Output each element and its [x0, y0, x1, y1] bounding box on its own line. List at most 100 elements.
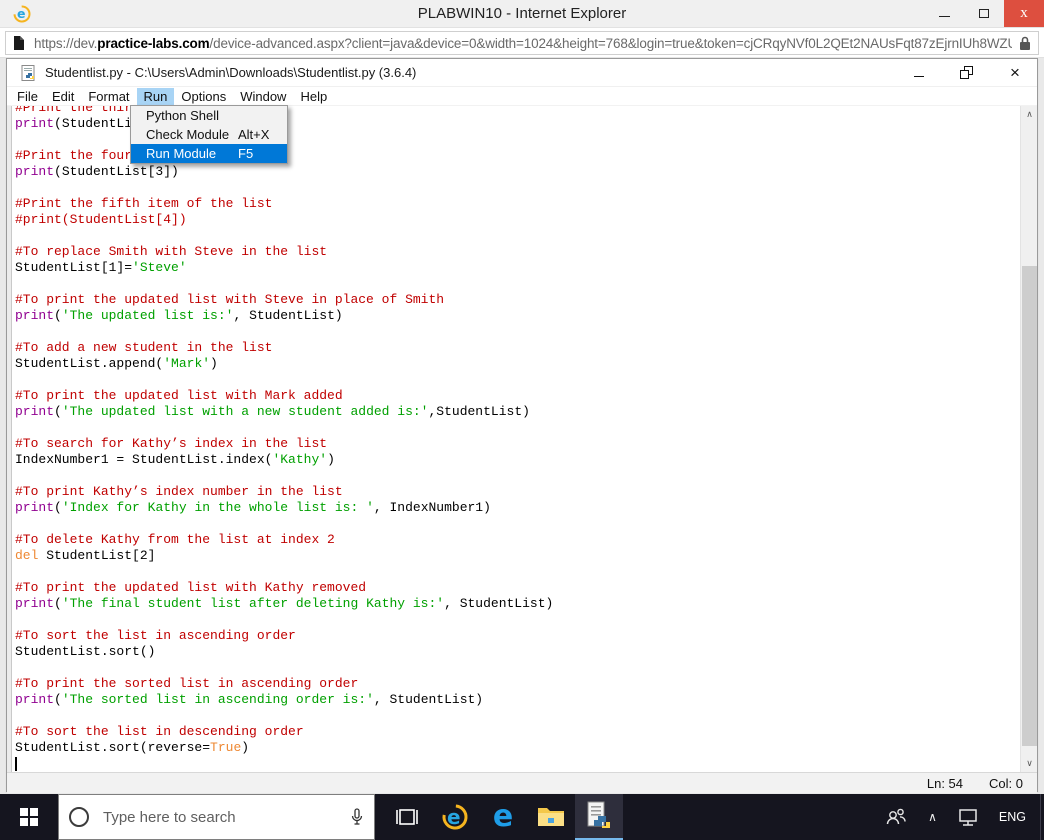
menu-item-run[interactable]: Run — [136, 87, 175, 105]
windows-logo-icon — [20, 808, 38, 826]
code-line: #To print the updated list with Kathy re… — [15, 580, 367, 595]
run-menu-item-check-module[interactable]: Check Module Alt+X — [131, 125, 287, 144]
menu-item-options[interactable]: Options — [174, 88, 233, 105]
scroll-down-arrow-icon[interactable]: ∨ — [1021, 755, 1037, 772]
menu-item-format[interactable]: Format — [81, 88, 136, 105]
run-menu-item-run-module[interactable]: Run Module F5 — [131, 144, 287, 163]
taskbar-file-explorer[interactable] — [527, 794, 575, 840]
file-explorer-icon — [538, 808, 564, 826]
svg-text:e: e — [447, 805, 461, 829]
code-line: #To sort the list in descending order — [15, 724, 304, 739]
task-view-button[interactable] — [383, 794, 431, 840]
idle-menubar: File Edit Format Run Options Window Help — [7, 87, 1037, 106]
internet-explorer-icon: e — [442, 804, 468, 830]
taskbar-internet-explorer[interactable]: e — [431, 794, 479, 840]
idle-statusbar: Ln: 54 Col: 0 — [7, 772, 1037, 793]
code-line: #print(StudentList[4]) — [15, 212, 187, 227]
browser-maximize-button[interactable] — [964, 0, 1004, 27]
browser-titlebar: e PLABWIN10 - Internet Explorer x — [0, 0, 1044, 28]
idle-minimize-button[interactable] — [911, 65, 927, 81]
vertical-scrollbar[interactable]: ∧ ∨ — [1020, 106, 1037, 772]
status-line: Ln: 54 — [926, 775, 964, 791]
text-cursor — [15, 757, 17, 771]
menu-item-label: Run Module — [146, 146, 217, 161]
code-line: #To delete Kathy from the list at index … — [15, 532, 335, 547]
menu-item-help[interactable]: Help — [293, 88, 334, 105]
code-line: #To sort the list in ascending order — [15, 628, 296, 643]
taskbar: Type here to search e e ∧ ENG — [0, 794, 1044, 840]
idle-window: Studentlist.py - C:\Users\Admin\Download… — [6, 58, 1038, 793]
network-icon[interactable] — [957, 807, 979, 827]
browser-minimize-button[interactable] — [924, 0, 964, 27]
code-line: #To add a new student in the list — [15, 340, 273, 355]
code-line: print('The sorted list in ascending orde… — [15, 692, 484, 707]
code-line: #To search for Kathy’s index in the list — [15, 436, 328, 451]
menu-item-edit[interactable]: Edit — [45, 88, 81, 105]
start-button[interactable] — [0, 794, 58, 840]
code-line: StudentList[1]='Steve' — [15, 260, 187, 275]
menu-item-shortcut: F5 — [238, 146, 254, 161]
code-line: print('The updated list with a new stude… — [15, 404, 530, 419]
code-editor[interactable]: #Print the third item of the listprint(S… — [7, 106, 1037, 772]
page-icon — [14, 36, 24, 50]
python-file-icon — [21, 64, 35, 81]
ie-logo-icon: e — [13, 5, 31, 23]
code-line: #Print the fifth item of the list — [15, 196, 273, 211]
svg-text:e: e — [17, 6, 25, 21]
menu-item-label: Python Shell — [146, 108, 219, 123]
taskbar-python-idle[interactable] — [575, 794, 623, 840]
code-line: print('Index for Kathy in the whole list… — [15, 500, 491, 515]
language-indicator[interactable]: ENG — [999, 810, 1026, 824]
microphone-icon[interactable] — [350, 807, 364, 827]
idle-close-button[interactable]: × — [1007, 63, 1023, 82]
code-line: StudentList.sort() — [15, 644, 156, 659]
idle-titlebar: Studentlist.py - C:\Users\Admin\Download… — [7, 59, 1037, 87]
url-text: https://dev.practice-labs.com/device-adv… — [34, 35, 1012, 51]
browser-close-button[interactable]: x — [1004, 0, 1044, 27]
menu-item-file[interactable]: File — [10, 88, 45, 105]
screen: e PLABWIN10 - Internet Explorer x https:… — [0, 0, 1044, 840]
code-line — [15, 756, 1017, 772]
show-desktop-button[interactable] — [1040, 794, 1044, 840]
code-line: IndexNumber1 = StudentList.index('Kathy'… — [15, 452, 335, 467]
code-line: StudentList.append('Mark') — [15, 356, 218, 371]
menu-item-shortcut: Alt+X — [238, 127, 270, 142]
code-line: #To print the sorted list in ascending o… — [15, 676, 359, 691]
scrollbar-thumb[interactable] — [1022, 266, 1037, 746]
run-menu-item-python-shell[interactable]: Python Shell — [131, 106, 287, 125]
task-view-icon — [396, 809, 418, 825]
people-icon[interactable] — [884, 807, 908, 827]
idle-restore-button[interactable] — [959, 65, 975, 81]
status-col: Col: 0 — [989, 775, 1023, 791]
code-line: del StudentList[2] — [15, 548, 156, 563]
code-text: #Print the third item of the listprint(S… — [15, 106, 1017, 772]
python-idle-icon — [587, 801, 610, 828]
search-placeholder: Type here to search — [103, 808, 236, 826]
code-line: #To print Kathy’s index number in the li… — [15, 484, 343, 499]
taskbar-edge[interactable]: e — [479, 794, 527, 840]
browser-url-row: https://dev.practice-labs.com/device-adv… — [0, 28, 1044, 58]
scroll-up-arrow-icon[interactable]: ∧ — [1021, 106, 1037, 123]
show-hidden-icons-chevron[interactable]: ∧ — [928, 810, 937, 824]
code-line: #To replace Smith with Steve in the list — [15, 244, 328, 259]
code-line: #To print the updated list with Steve in… — [15, 292, 445, 307]
run-dropdown-menu: Python Shell Check Module Alt+X Run Module F… — [130, 105, 288, 164]
lock-icon — [1020, 36, 1030, 50]
code-line: print('The final student list after dele… — [15, 596, 554, 611]
browser-window-title: PLABWIN10 - Internet Explorer — [417, 5, 627, 22]
menu-item-window[interactable]: Window — [233, 88, 293, 105]
taskbar-search[interactable]: Type here to search — [58, 794, 375, 840]
address-bar[interactable]: https://dev.practice-labs.com/device-adv… — [5, 31, 1039, 55]
menu-item-label: Check Module — [146, 127, 230, 142]
